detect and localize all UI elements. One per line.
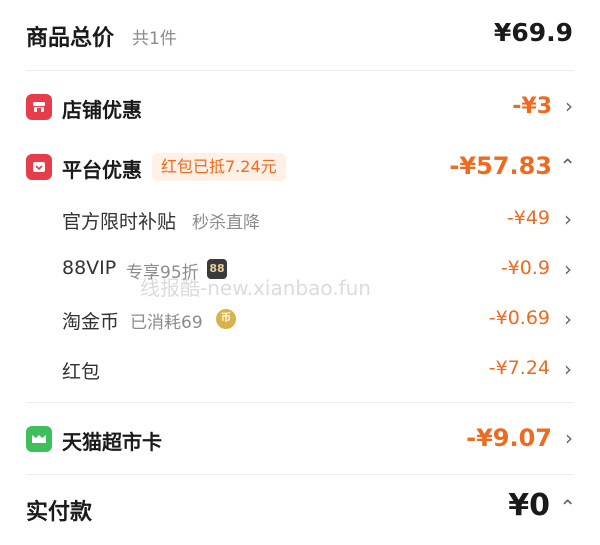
chevron-right-icon[interactable]: ›: [564, 307, 572, 331]
platform-amount: -¥57.83: [449, 152, 552, 180]
sub-amount: -¥0.69: [488, 307, 550, 329]
chevron-right-icon[interactable]: ›: [564, 357, 572, 381]
sub-row-coins[interactable]: 淘金币 已消耗69 币 -¥0.69 ›: [0, 295, 600, 345]
card-amount: -¥9.07: [466, 424, 552, 452]
sub-note: 秒杀直降: [192, 213, 260, 233]
total-row: 商品总价 共1件 ¥69.9: [0, 0, 600, 70]
sub-amount: -¥7.24: [488, 357, 550, 379]
pay-label: 实付款: [26, 500, 93, 525]
card-label: 天猫超市卡: [62, 430, 162, 454]
chevron-right-icon[interactable]: ›: [565, 94, 573, 118]
sub-label: 官方限时补贴: [62, 211, 177, 233]
chevron-up-icon[interactable]: ⌃: [559, 154, 576, 178]
sub-row-redpacket[interactable]: 红包 -¥7.24 ›: [0, 345, 600, 395]
coin-icon: 币: [216, 309, 236, 329]
chevron-right-icon[interactable]: ›: [564, 207, 572, 231]
platform-icon: [26, 154, 52, 180]
pay-row: 实付款 ¥0 ⌃: [0, 475, 600, 545]
watermark: 线报酷-new.xianbao.fun: [140, 276, 371, 300]
sub-label: 淘金币: [62, 311, 120, 333]
card-icon: [26, 426, 52, 452]
store-discount-row[interactable]: 店铺优惠 -¥3 ›: [0, 70, 600, 140]
divider: [26, 402, 574, 403]
supermarket-card-row[interactable]: 天猫超市卡 -¥9.07 ›: [0, 405, 600, 475]
store-icon: [26, 94, 52, 120]
chevron-up-icon[interactable]: ⌃: [559, 495, 576, 519]
sub-amount: -¥0.9: [500, 257, 550, 279]
pay-amount: ¥0: [508, 488, 550, 523]
sub-amount: -¥49: [506, 207, 550, 229]
total-amount: ¥69.9: [493, 18, 573, 47]
store-label: 店铺优惠: [62, 98, 142, 122]
store-amount: -¥3: [512, 94, 552, 119]
platform-label: 平台优惠: [62, 158, 142, 182]
platform-discount-row[interactable]: 平台优惠 红包已抵7.24元 -¥57.83 ⌃: [0, 140, 600, 195]
redpacket-pill: 红包已抵7.24元: [152, 153, 286, 181]
item-count: 共1件: [132, 29, 177, 49]
sub-row-subsidy[interactable]: 官方限时补贴 秒杀直降 -¥49 ›: [0, 195, 600, 245]
sub-note: 已消耗69: [130, 313, 203, 333]
chevron-right-icon[interactable]: ›: [565, 426, 573, 450]
sub-label: 88VIP: [62, 257, 117, 279]
chevron-right-icon[interactable]: ›: [564, 257, 572, 281]
sub-label: 红包: [62, 361, 101, 383]
total-label: 商品总价: [26, 26, 115, 51]
